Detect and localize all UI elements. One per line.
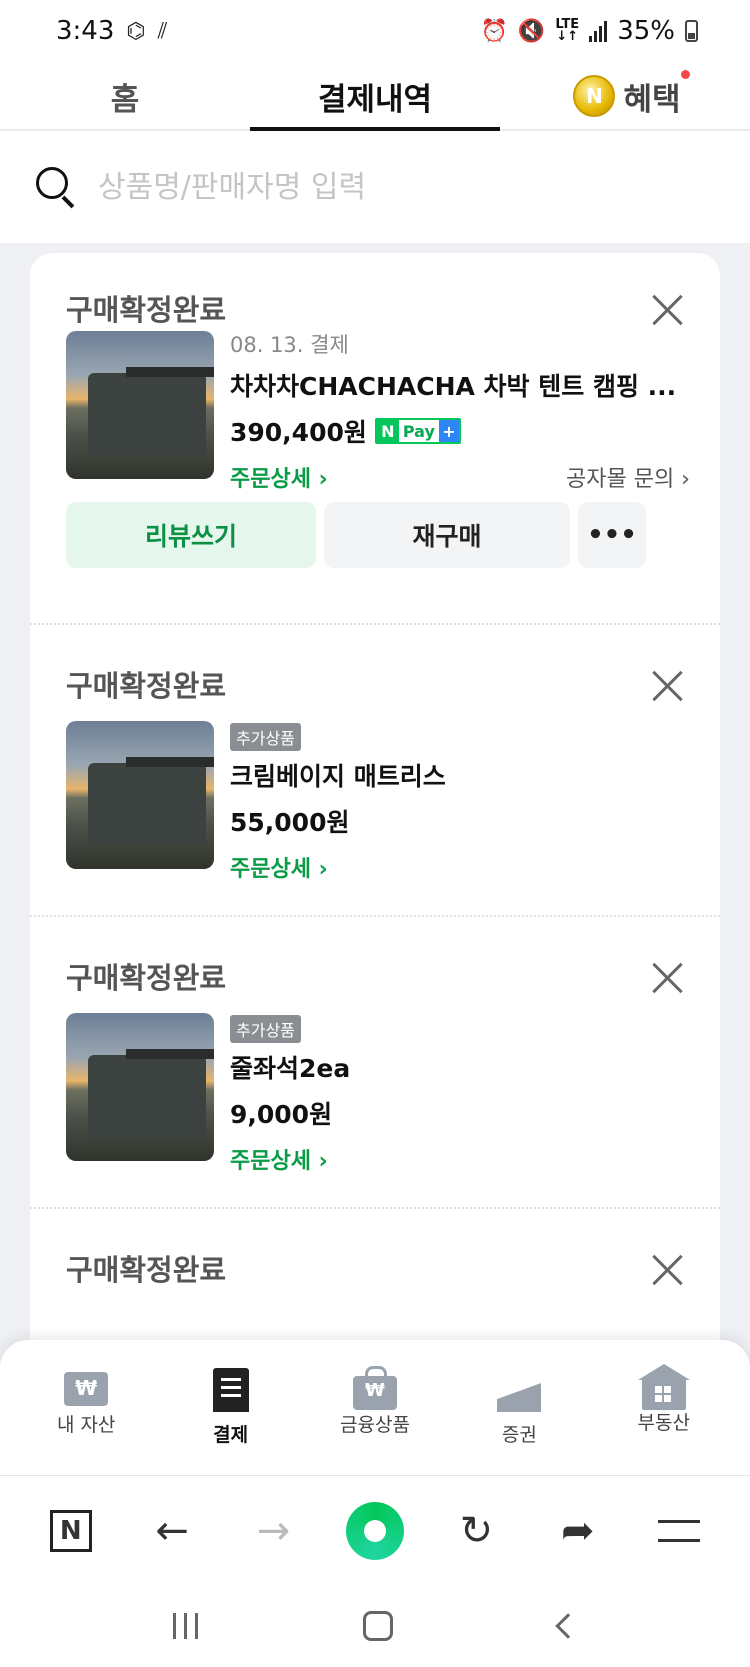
close-icon[interactable]: [650, 1253, 684, 1287]
game-controller-icon: ⌬: [126, 18, 146, 44]
menu-icon[interactable]: [649, 1501, 709, 1561]
search-icon[interactable]: [34, 165, 78, 209]
top-tabs: 홈 결제내역 N 혜택: [0, 62, 750, 131]
product-thumbnail[interactable]: [66, 1013, 214, 1161]
nav-real-estate[interactable]: 부동산: [604, 1364, 724, 1475]
nav-label: 내 자산: [56, 1414, 116, 1436]
add-on-badge: 추가상품: [230, 723, 301, 751]
add-on-badge: 추가상품: [230, 1015, 301, 1043]
order-list: 구매확정완료 08. 13. 결제 차차차CHACHACHA 차박 텐트 캠핑 …: [30, 253, 720, 1363]
building-icon: [637, 1364, 690, 1410]
close-icon[interactable]: [650, 669, 684, 703]
write-review-button[interactable]: 리뷰쓰기: [66, 502, 316, 568]
coin-icon: N: [573, 75, 616, 117]
naver-home-button[interactable]: N: [41, 1501, 101, 1561]
order-status: 구매확정완료: [66, 1253, 227, 1287]
price-value: 390,400원: [230, 418, 367, 447]
status-time: 3:43: [56, 16, 115, 46]
battery-percent: 35%: [617, 16, 675, 46]
green-dot-button[interactable]: [345, 1501, 405, 1561]
order-detail-link[interactable]: 주문상세 ›: [230, 1143, 690, 1175]
battery-icon: [685, 20, 698, 42]
back-arrow-icon[interactable]: ←: [142, 1501, 202, 1561]
tab-benefits-label: 혜택: [623, 81, 681, 118]
status-bar: 3:43 ⌬ ⫽ ⏰ 🔇 LTE ↓↑ 35%: [0, 0, 750, 62]
close-icon[interactable]: [650, 293, 684, 327]
receipt-icon: [212, 1368, 249, 1412]
close-icon[interactable]: [650, 961, 684, 995]
home-icon[interactable]: [363, 1611, 394, 1641]
nav-label: 결제: [213, 1424, 249, 1446]
order-links: 주문상세 › 공자몰 문의 ›: [230, 461, 690, 493]
product-thumbnail[interactable]: [66, 721, 214, 869]
refresh-icon[interactable]: ↻: [446, 1501, 506, 1561]
order-detail-link[interactable]: 주문상세 ›: [230, 851, 690, 883]
share-icon[interactable]: ➦: [548, 1501, 608, 1561]
stock-chart-icon: [497, 1368, 542, 1412]
order-item: 구매확정완료 08. 13. 결제 차차차CHACHACHA 차박 텐트 캠핑 …: [30, 253, 720, 623]
signal-icon: [589, 20, 608, 42]
order-actions: 리뷰쓰기 재구매 •••: [66, 502, 684, 568]
tab-benefits[interactable]: N 혜택: [562, 62, 692, 130]
product-price: 390,400원 N Pay +: [230, 413, 690, 449]
order-info: 08. 13. 결제 차차차CHACHACHA 차박 텐트 캠핑 ... 390…: [230, 329, 690, 493]
order-detail-link[interactable]: 주문상세 ›: [230, 467, 328, 492]
back-icon[interactable]: [555, 1613, 581, 1639]
search-bar: [0, 131, 750, 243]
npay-plus: +: [438, 420, 459, 442]
network-type: LTE ↓↑: [555, 17, 580, 44]
product-name[interactable]: 차차차CHACHACHA 차박 텐트 캠핑 ...: [230, 367, 690, 403]
order-info: 추가상품 크림베이지 매트리스 55,000원 주문상세 ›: [230, 723, 690, 883]
order-status: 구매확정완료: [66, 669, 227, 703]
seller-inquiry-link[interactable]: 공자몰 문의 ›: [566, 461, 690, 493]
naver-n-icon: N: [49, 1509, 92, 1552]
nav-label: 부동산: [637, 1412, 690, 1434]
product-price: 9,000원: [230, 1100, 333, 1129]
npay-pay: Pay: [402, 421, 435, 441]
green-dot-icon: [345, 1501, 404, 1560]
browser-toolbar: N ← → ↻ ➦: [0, 1475, 750, 1585]
nav-financial-products[interactable]: 금융상품: [315, 1366, 435, 1475]
wallet-icon: [64, 1372, 109, 1406]
order-status: 구매확정완료: [66, 293, 227, 327]
product-price: 55,000원: [230, 808, 350, 837]
nav-label: 금융상품: [340, 1414, 410, 1436]
order-status: 구매확정완료: [66, 961, 227, 995]
system-nav: [0, 1585, 750, 1667]
order-item: 구매확정완료 추가상품 크림베이지 매트리스 55,000원 주문상세 ›: [30, 623, 720, 915]
nav-label: 증권: [501, 1424, 537, 1446]
bottom-nav: 내 자산 결제 금융상품 증권 부동산: [0, 1340, 750, 1475]
alarm-icon: ⏰: [480, 18, 508, 44]
npay-n: N: [376, 420, 399, 442]
recent-apps-icon[interactable]: [172, 1613, 198, 1639]
search-input[interactable]: [98, 169, 658, 205]
order-item: 구매확정완료 추가상품 줄좌석2ea 9,000원 주문상세 ›: [30, 915, 720, 1207]
tab-home[interactable]: 홈: [60, 62, 190, 130]
tab-payments[interactable]: 결제내역: [250, 62, 500, 131]
forward-arrow-icon[interactable]: →: [244, 1501, 304, 1561]
nav-payments[interactable]: 결제: [171, 1368, 291, 1475]
rebuy-button[interactable]: 재구매: [324, 502, 570, 568]
product-name[interactable]: 크림베이지 매트리스: [230, 757, 690, 793]
shopping-bag-icon: [352, 1366, 397, 1410]
npay-plus-badge: N Pay +: [374, 418, 461, 444]
nav-my-assets[interactable]: 내 자산: [26, 1368, 146, 1475]
order-date: 08. 13. 결제: [230, 333, 349, 357]
order-info: 추가상품 줄좌석2ea 9,000원 주문상세 ›: [230, 1015, 690, 1175]
nav-stocks[interactable]: 증권: [459, 1368, 579, 1475]
product-name[interactable]: 줄좌석2ea: [230, 1049, 690, 1085]
notification-icon: ⫽: [157, 18, 168, 44]
product-thumbnail[interactable]: [66, 331, 214, 479]
new-badge-dot: [681, 70, 690, 79]
mute-icon: 🔇: [517, 18, 546, 44]
more-options-button[interactable]: •••: [578, 502, 646, 568]
